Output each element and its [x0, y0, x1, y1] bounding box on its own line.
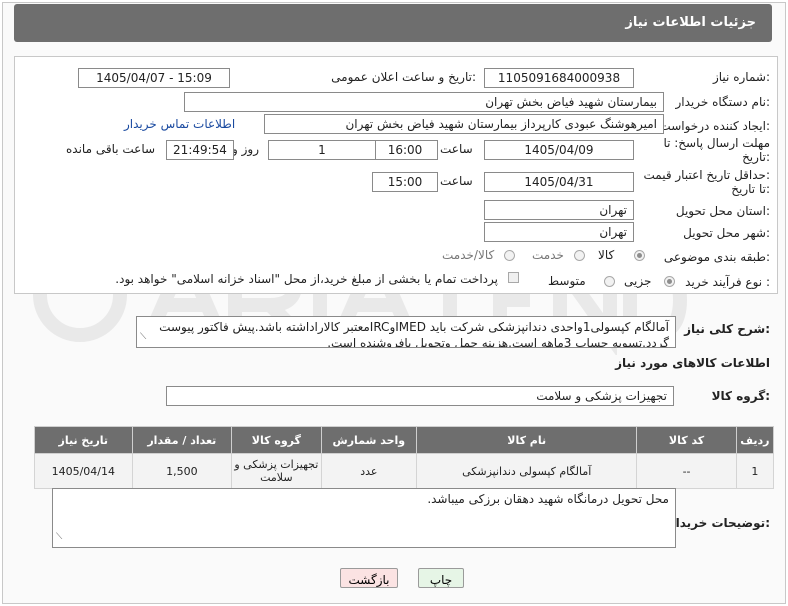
- province-label: استان محل تحویل:: [675, 204, 770, 218]
- category-option-goods-service: کالا/خدمت: [442, 248, 495, 262]
- category-option-goods: کالا: [598, 248, 615, 262]
- cell-item-code: --: [636, 453, 737, 489]
- announce-date-field: 1405/04/07 - 15:09: [78, 68, 230, 88]
- col-item-group: گروه کالا: [231, 426, 322, 454]
- cell-item-group: تجهیزات پزشکی و سلامت: [231, 453, 322, 489]
- purchase-type-label: نوع فرآیند خرید :: [685, 275, 770, 289]
- buyer-notes-textarea[interactable]: محل تحویل درمانگاه شهید دهقان برزکی میبا…: [52, 488, 676, 548]
- items-table: ردیف کد کالا نام کالا واحد شمارش گروه کا…: [34, 426, 775, 489]
- reply-deadline-label: مهلت ارسال پاسخ: تا تاریخ:: [663, 136, 770, 164]
- category-radio-goods-service[interactable]: [504, 250, 515, 261]
- purchase-option-medium: متوسط: [548, 274, 586, 288]
- creator-label: ایجاد کننده درخواست:: [659, 119, 770, 133]
- city-field: تهران: [484, 222, 634, 242]
- reply-time-label: ساعت: [440, 142, 473, 156]
- price-validity-label: حداقل تاریخ اعتبار قیمت: تا تاریخ:: [643, 168, 770, 196]
- days-label: روز و: [232, 142, 259, 156]
- price-validity-label-line2: تا تاریخ:: [731, 182, 770, 196]
- cell-quantity: 1,500: [131, 453, 233, 489]
- cell-unit: عدد: [320, 453, 418, 489]
- item-group-label: گروه کالا:: [711, 389, 770, 403]
- remaining-time-field: 21:49:54: [166, 140, 234, 160]
- col-item-name: نام کالا: [416, 426, 638, 454]
- price-validity-label-line1: حداقل تاریخ اعتبار قیمت:: [643, 168, 770, 182]
- need-number-field: 1105091684000938: [484, 68, 634, 88]
- need-number-label: شماره نیاز:: [712, 70, 770, 84]
- cell-row-number: 1: [735, 453, 775, 489]
- announce-date-label: تاریخ و ساعت اعلان عمومی:: [331, 70, 476, 84]
- print-button[interactable]: چاپ: [418, 568, 464, 588]
- col-item-code: کد کالا: [636, 426, 737, 454]
- buyer-contact-link[interactable]: اطلاعات تماس خریدار: [124, 117, 235, 131]
- price-validity-date-field: 1405/04/31: [484, 172, 634, 192]
- price-validity-time-field: 15:00: [372, 172, 438, 192]
- cell-need-date: 1405/04/14: [34, 453, 133, 489]
- col-need-date: تاریخ نیاز: [34, 426, 133, 454]
- item-group-field: تجهیزات پزشکی و سلامت: [166, 386, 674, 406]
- city-label: شهر محل تحویل:: [683, 226, 770, 240]
- buyer-notes-label: توضیحات خریدار:: [668, 516, 770, 530]
- remaining-time-label: ساعت باقی مانده: [66, 142, 156, 156]
- items-table-header: ردیف کد کالا نام کالا واحد شمارش گروه کا…: [34, 426, 775, 454]
- reply-deadline-label-line2: تاریخ:: [742, 150, 770, 164]
- reply-deadline-label-line1: مهلت ارسال پاسخ: تا: [663, 136, 770, 150]
- resize-grip-icon: ⟋: [56, 532, 63, 542]
- category-option-service: خدمت: [532, 248, 564, 262]
- category-radio-goods[interactable]: [634, 250, 645, 261]
- description-text: آمالگام کپسولی1واحدی دندانپزشکی شرکت بای…: [159, 320, 669, 348]
- back-button[interactable]: بازگشت: [340, 568, 398, 588]
- category-label: طبقه بندی موضوعی:: [663, 250, 770, 264]
- table-row: 1 -- آمالگام کپسولی دندانپزشکی عدد تجهیز…: [34, 453, 775, 489]
- treasury-payment-note: پرداخت تمام یا بخشی از مبلغ خرید،از محل …: [115, 272, 498, 286]
- treasury-payment-checkbox[interactable]: [508, 272, 519, 283]
- purchase-radio-minor[interactable]: [664, 276, 675, 287]
- description-label: شرح کلی نیاز:: [684, 322, 770, 336]
- province-field: تهران: [484, 200, 634, 220]
- col-quantity: تعداد / مقدار: [131, 426, 233, 454]
- days-field: 1: [268, 140, 376, 160]
- page-header: جزئیات اطلاعات نیاز: [14, 4, 772, 42]
- purchase-radio-medium[interactable]: [604, 276, 615, 287]
- price-validity-time-label: ساعت: [440, 174, 473, 188]
- purchase-option-minor: جزیی: [624, 274, 652, 288]
- page-title: جزئیات اطلاعات نیاز: [625, 15, 756, 30]
- col-unit: واحد شمارش: [320, 426, 418, 454]
- category-radio-service[interactable]: [574, 250, 585, 261]
- creator-field: امیرهوشنگ عبودی کارپرداز بیمارستان شهید …: [264, 114, 664, 134]
- buyer-org-label: نام دستگاه خریدار:: [675, 95, 771, 109]
- reply-date-field: 1405/04/09: [484, 140, 634, 160]
- cell-item-name: آمالگام کپسولی دندانپزشکی: [416, 453, 638, 489]
- buyer-notes-text: محل تحویل درمانگاه شهید دهقان برزکی میبا…: [427, 492, 669, 506]
- resize-grip-icon: ⟋: [140, 332, 147, 342]
- buyer-org-field: بیمارستان شهید فیاض بخش تهران: [184, 92, 664, 112]
- items-section-title: اطلاعات کالاهای مورد نیاز: [615, 356, 770, 370]
- col-row-number: ردیف: [735, 426, 775, 454]
- description-textarea[interactable]: آمالگام کپسولی1واحدی دندانپزشکی شرکت بای…: [136, 316, 676, 348]
- reply-time-field: 16:00: [372, 140, 438, 160]
